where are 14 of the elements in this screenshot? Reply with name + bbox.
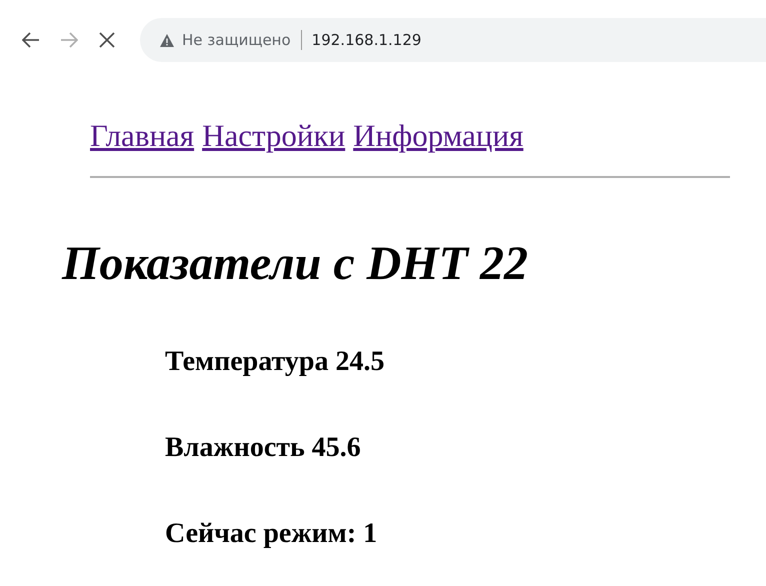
nav-link[interactable]: Главная — [90, 118, 194, 154]
forward-arrow-icon — [60, 32, 78, 48]
address-bar[interactable]: Не защищено 192.168.1.129 — [140, 18, 766, 62]
sensor-reading: Сейчас режим: 1 — [165, 520, 378, 548]
url-text: 192.168.1.129 — [310, 31, 422, 49]
sensor-reading: Влажность 45.6 — [165, 434, 362, 462]
warning-icon — [160, 34, 174, 46]
page-heading: Показатели с DHT 22 — [62, 240, 529, 288]
sensor-reading: Температура 24.5 — [165, 348, 386, 376]
nav-link[interactable]: Информация — [353, 118, 524, 154]
close-icon — [99, 32, 115, 48]
nav-link[interactable]: Настройки — [202, 118, 346, 154]
security-label: Не защищено — [174, 30, 302, 50]
back-arrow-icon — [22, 32, 40, 48]
